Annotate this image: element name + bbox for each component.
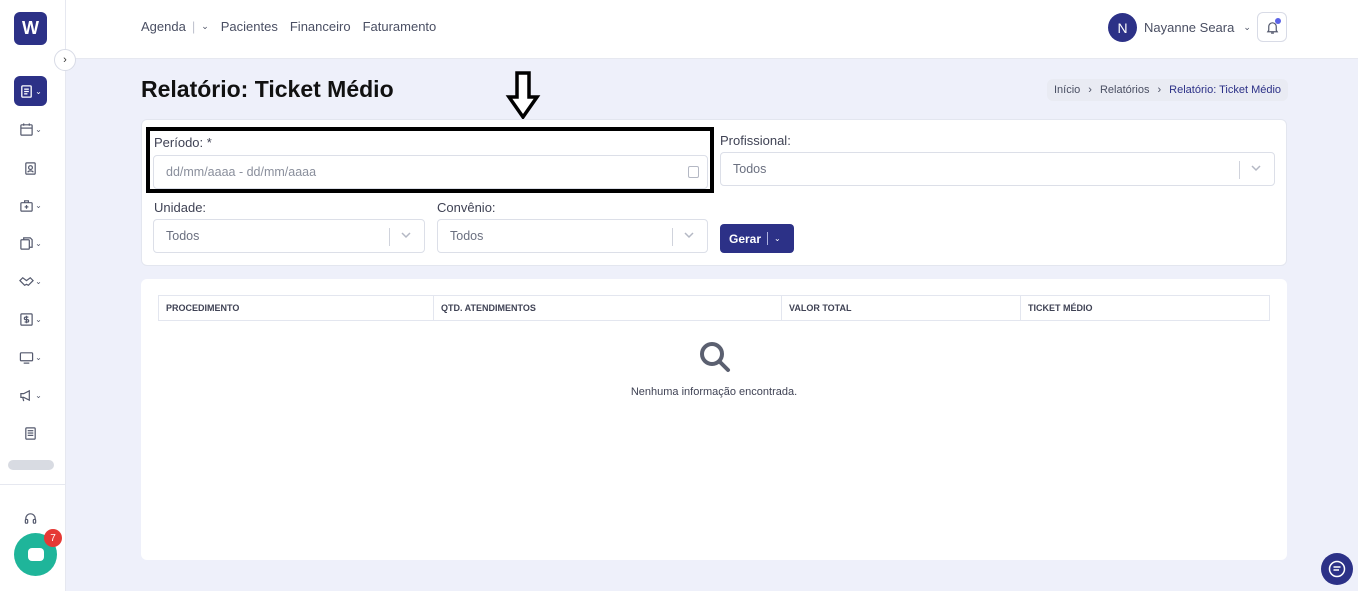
select-divider xyxy=(389,228,390,246)
avatar: N xyxy=(1108,13,1137,42)
unidade-select[interactable]: Todos xyxy=(153,219,425,253)
page-title: Relatório: Ticket Médio xyxy=(141,76,394,102)
select-divider xyxy=(1239,161,1240,179)
nav-agenda[interactable]: Agenda xyxy=(141,19,186,34)
unidade-value: Todos xyxy=(166,229,200,243)
calendar-icon xyxy=(20,122,33,136)
annotation-arrow-down-icon xyxy=(505,71,541,120)
chevron-right-icon: › xyxy=(63,54,67,66)
chat-badge: 7 xyxy=(44,529,62,547)
chevron-down-icon: ⌄ xyxy=(35,314,42,324)
sidebar: W ⌄ ⌄ ⌄ ⌄ ⌄ ⌄ ⌄ ⌄ 7 xyxy=(0,0,66,591)
reports-icon xyxy=(21,84,32,98)
notification-dot xyxy=(1275,18,1281,24)
messages-button[interactable] xyxy=(1321,553,1353,585)
chevron-down-icon: ⌄ xyxy=(35,276,42,286)
contact-card-icon xyxy=(25,161,36,175)
column-header-valor-total[interactable]: VALOR TOTAL xyxy=(782,296,1021,320)
headset-icon xyxy=(24,512,37,524)
button-divider xyxy=(767,232,769,245)
unidade-label: Unidade: xyxy=(154,200,207,215)
sidebar-item-handshake[interactable]: ⌄ xyxy=(14,266,47,296)
chevron-down-icon xyxy=(684,232,694,239)
chevron-down-icon xyxy=(401,232,411,239)
topbar: Agenda | ⌄ Pacientes Financeiro Faturame… xyxy=(66,0,1358,59)
documents-icon xyxy=(20,236,33,250)
app-logo[interactable]: W xyxy=(14,12,47,45)
sidebar-toggle-button[interactable]: › xyxy=(54,49,76,71)
table-header: PROCEDIMENTO QTD. ATENDIMENTOS VALOR TOT… xyxy=(158,295,1270,321)
column-header-procedimento[interactable]: PROCEDIMENTO xyxy=(159,296,434,320)
sidebar-item-reports[interactable]: ⌄ xyxy=(14,76,47,106)
breadcrumb-inicio[interactable]: Início xyxy=(1054,84,1080,96)
chevron-down-icon: ⌄ xyxy=(35,86,42,96)
message-lines-icon xyxy=(1328,560,1346,578)
sidebar-scrollbar[interactable] xyxy=(8,460,54,470)
chevron-down-icon xyxy=(1251,165,1261,172)
chevron-down-icon: ⌄ xyxy=(35,390,42,400)
gerar-label: Gerar xyxy=(729,231,762,246)
profissional-label: Profissional: xyxy=(720,133,791,148)
chat-bubble-icon xyxy=(27,547,44,561)
dollar-icon xyxy=(20,312,33,326)
sidebar-item-calendar[interactable]: ⌄ xyxy=(14,114,47,144)
results-card xyxy=(141,279,1287,560)
sidebar-item-financial[interactable]: ⌄ xyxy=(14,304,47,334)
breadcrumb-current: Relatório: Ticket Médio xyxy=(1169,84,1282,96)
nav-pacientes[interactable]: Pacientes xyxy=(221,19,278,34)
handshake-icon xyxy=(19,276,35,286)
chevron-right-icon: › xyxy=(1088,84,1092,96)
top-navigation: Agenda | ⌄ Pacientes Financeiro Faturame… xyxy=(141,19,436,34)
convenio-label: Convênio: xyxy=(437,200,496,215)
chevron-down-icon: ⌄ xyxy=(35,238,42,248)
column-header-qtd-atendimentos[interactable]: QTD. ATENDIMENTOS xyxy=(434,296,782,320)
sidebar-item-news[interactable] xyxy=(14,418,47,448)
column-header-ticket-medio[interactable]: TICKET MÉDIO xyxy=(1021,296,1269,320)
chevron-down-icon[interactable]: ⌄ xyxy=(201,21,209,32)
convenio-value: Todos xyxy=(450,229,484,243)
empty-state-message: Nenhuma informação encontrada. xyxy=(630,386,798,398)
medical-bag-icon xyxy=(20,199,33,212)
chevron-down-icon: ⌄ xyxy=(35,124,42,134)
select-divider xyxy=(672,228,673,246)
user-menu[interactable]: N Nayanne Seara ⌄ xyxy=(1108,13,1251,42)
search-icon xyxy=(700,342,730,372)
newspaper-icon xyxy=(25,426,36,440)
notifications-button[interactable] xyxy=(1257,12,1287,42)
breadcrumb-relatorios[interactable]: Relatórios xyxy=(1100,84,1150,96)
chevron-right-icon: › xyxy=(1157,84,1162,96)
sidebar-item-monitor[interactable]: ⌄ xyxy=(14,342,47,372)
nav-financeiro[interactable]: Financeiro xyxy=(290,19,351,34)
sidebar-item-documents[interactable]: ⌄ xyxy=(14,228,47,258)
sidebar-item-patients[interactable] xyxy=(14,153,47,183)
profissional-value: Todos xyxy=(733,162,767,176)
sidebar-item-clinic[interactable]: ⌄ xyxy=(14,190,47,220)
profissional-select[interactable]: Todos xyxy=(720,152,1275,186)
convenio-select[interactable]: Todos xyxy=(437,219,708,253)
sidebar-item-support[interactable] xyxy=(14,503,47,533)
sidebar-divider xyxy=(0,484,66,485)
gerar-button[interactable]: Gerar ⌄ xyxy=(720,224,794,253)
monitor-icon xyxy=(19,351,34,364)
chevron-down-icon[interactable]: ⌄ xyxy=(774,234,781,243)
chevron-down-icon: ⌄ xyxy=(35,352,42,362)
nav-faturamento[interactable]: Faturamento xyxy=(363,19,437,34)
user-name: Nayanne Seara xyxy=(1144,20,1235,35)
sidebar-item-marketing[interactable]: ⌄ xyxy=(14,380,47,410)
megaphone-icon xyxy=(20,389,31,401)
nav-separator: | xyxy=(191,19,196,34)
chevron-down-icon: ⌄ xyxy=(1243,22,1251,32)
chevron-down-icon: ⌄ xyxy=(35,200,42,210)
annotation-highlight-box xyxy=(146,127,714,193)
breadcrumb: Início › Relatórios › Relatório: Ticket … xyxy=(1047,79,1289,101)
